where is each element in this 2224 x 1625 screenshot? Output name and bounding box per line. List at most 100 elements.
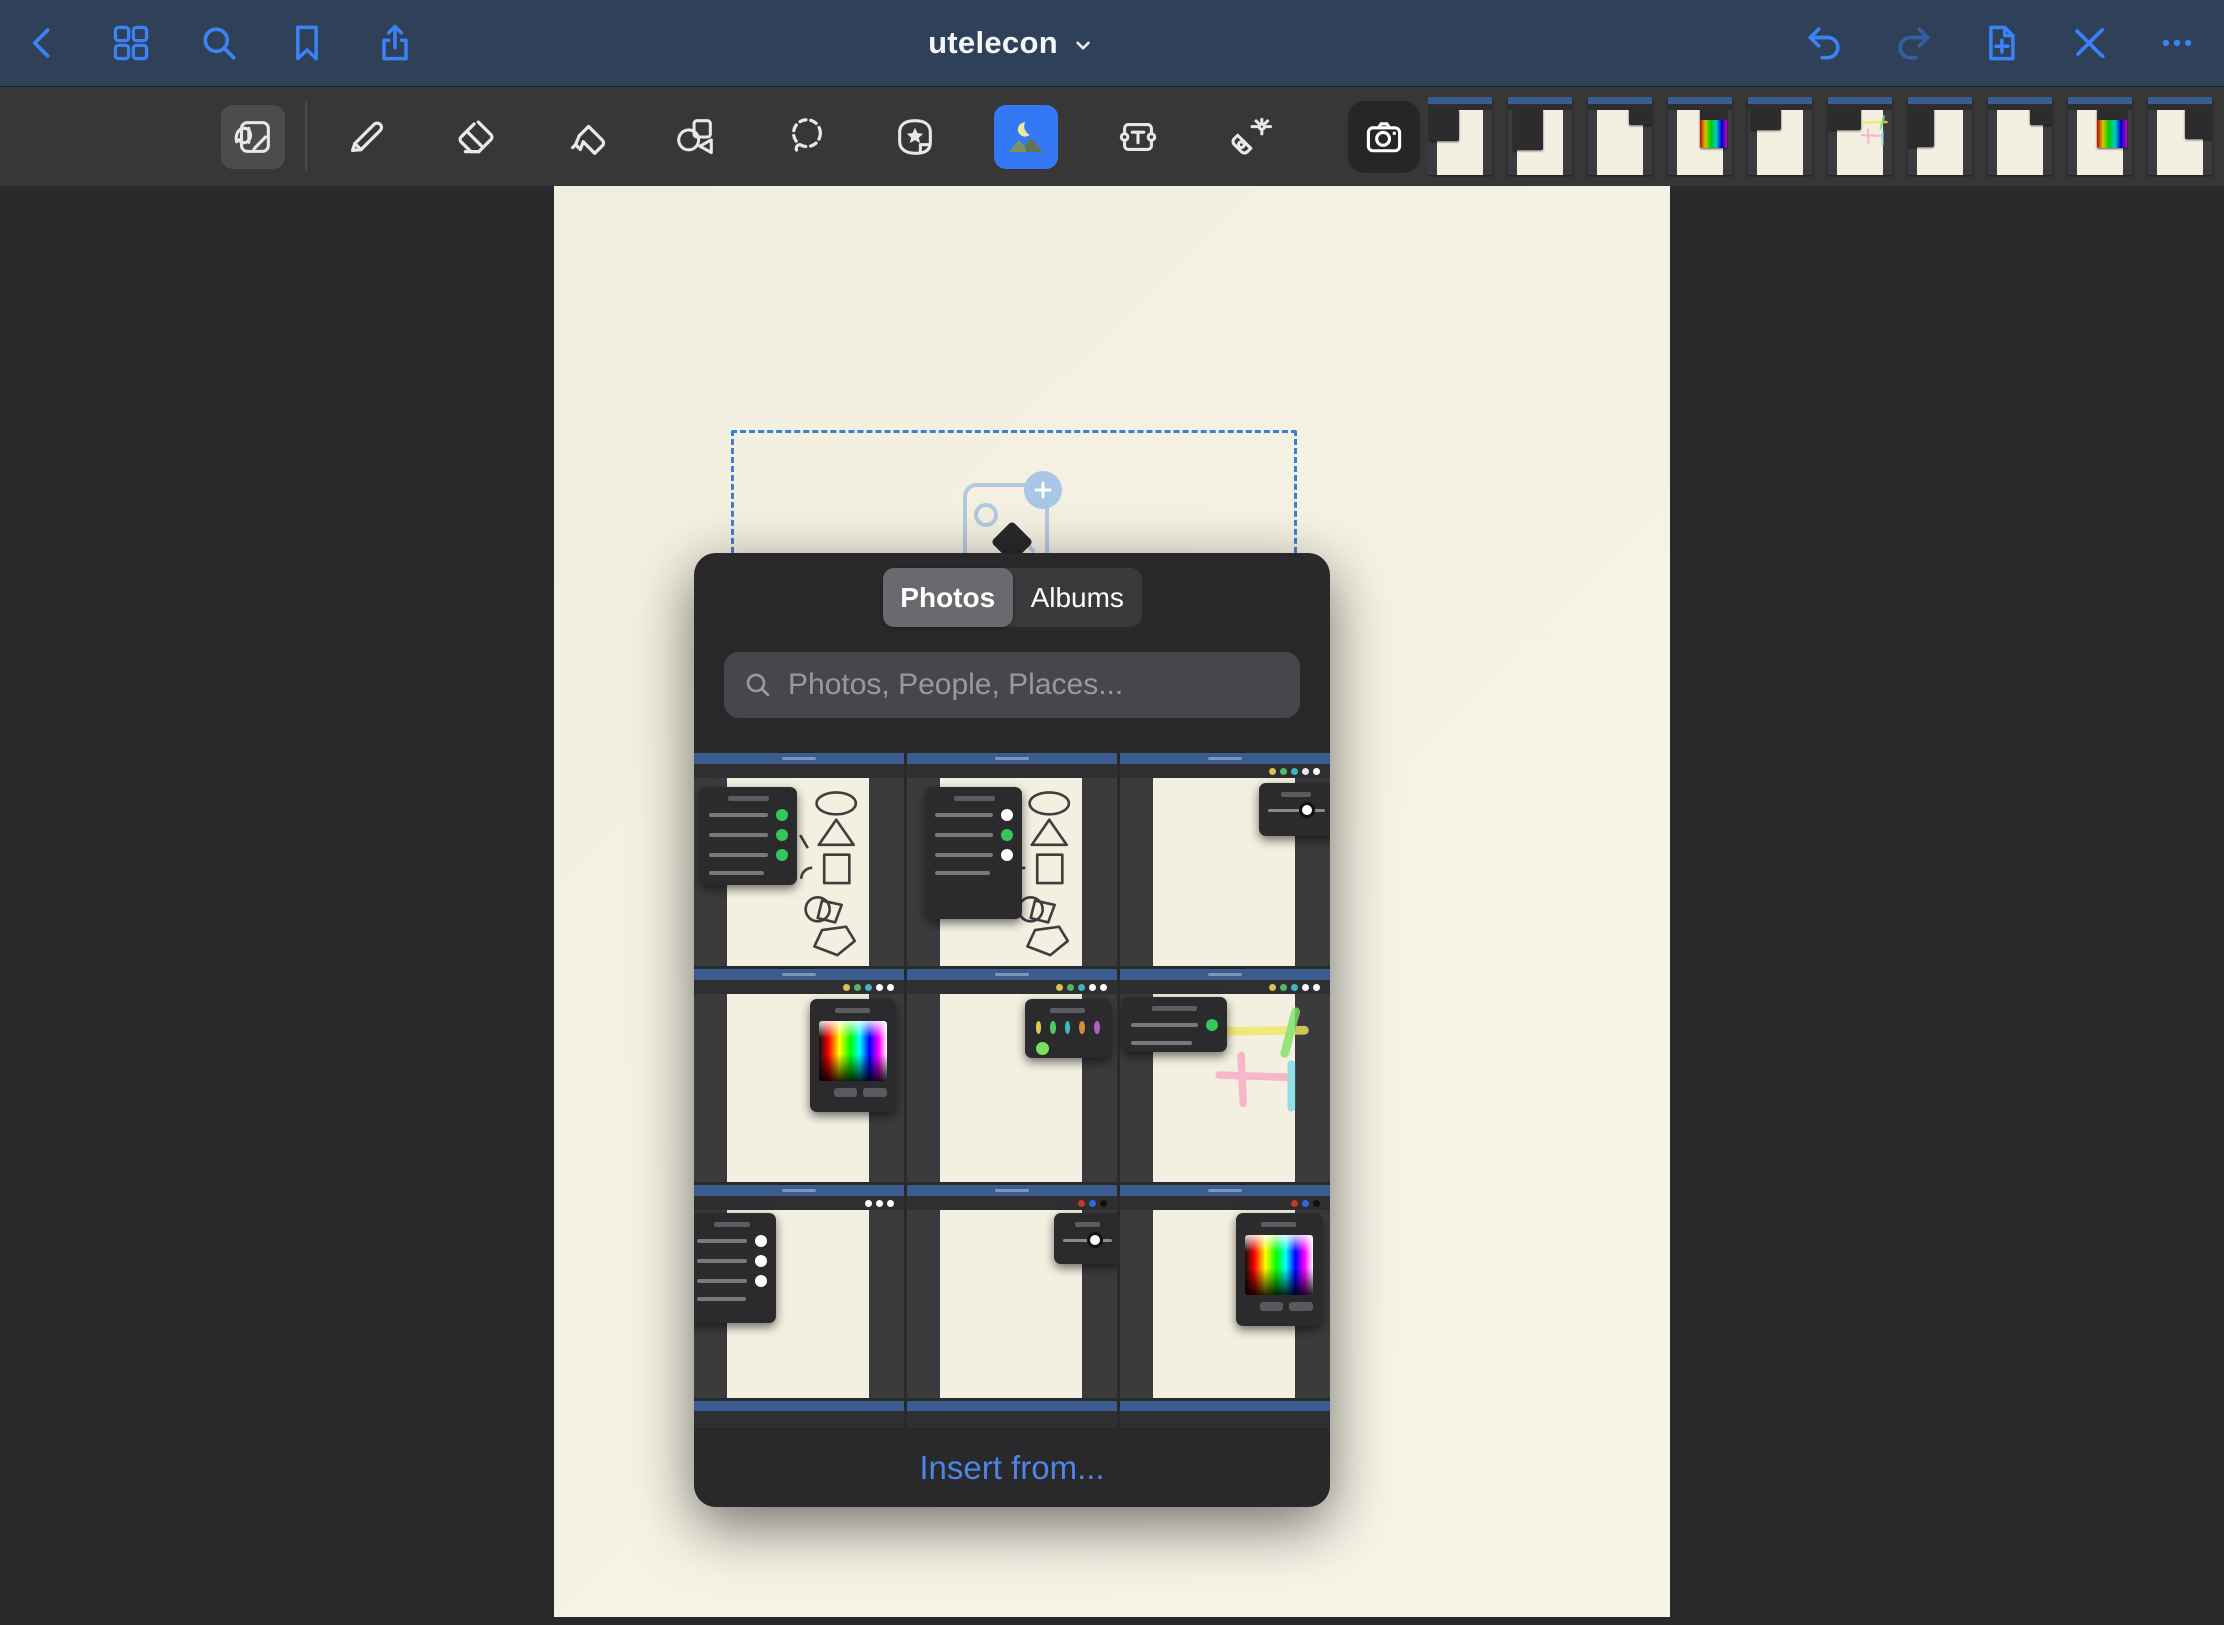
mini-toolbar xyxy=(694,764,904,778)
page-thumbnail[interactable] xyxy=(2068,97,2132,175)
photo-thumbnail[interactable] xyxy=(1120,753,1330,966)
photo-thumbnail[interactable] xyxy=(1120,1185,1330,1398)
mini-toolbar-dot xyxy=(865,1200,872,1207)
add-image-badge[interactable] xyxy=(1024,471,1062,509)
toolbar-separator xyxy=(305,101,307,171)
pen-tool[interactable] xyxy=(334,105,398,169)
mini-toolbar-dot xyxy=(1100,984,1107,991)
mini-popup xyxy=(2185,108,2212,139)
photo-thumbnail-partial[interactable] xyxy=(1120,1401,1330,1427)
bookmark-icon[interactable] xyxy=(278,14,336,72)
insert-from-label: Insert from... xyxy=(919,1449,1104,1487)
zoom-window-tool[interactable] xyxy=(221,105,285,169)
mini-toolbar-dot xyxy=(876,984,883,991)
page-thumbnail[interactable] xyxy=(1508,97,1572,175)
photo-thumbnail[interactable] xyxy=(694,1185,904,1398)
photo-thumbnail[interactable] xyxy=(907,1185,1117,1398)
insert-from-button[interactable]: Insert from... xyxy=(694,1427,1330,1507)
mini-popup xyxy=(1429,109,1458,140)
mini-popup-title xyxy=(835,1008,870,1013)
mini-popup xyxy=(1236,1213,1322,1326)
image-tool[interactable] xyxy=(994,105,1058,169)
photo-thumbnail[interactable] xyxy=(907,969,1117,1182)
stop-editing-icon[interactable] xyxy=(2060,14,2118,72)
mini-toolbar-dot xyxy=(1056,984,1063,991)
mini-menu-label xyxy=(1131,1041,1192,1045)
page-thumbnail[interactable] xyxy=(1988,97,2052,175)
photo-thumbnail[interactable] xyxy=(1120,969,1330,1182)
page-thumbnail[interactable] xyxy=(2148,97,2212,175)
mini-color-dots xyxy=(1036,1042,1100,1055)
search-icon xyxy=(742,669,774,701)
camera-button[interactable] xyxy=(1348,101,1420,173)
mini-menu-row xyxy=(935,849,1014,861)
mini-popup xyxy=(694,1213,776,1324)
text-tool[interactable] xyxy=(1106,105,1170,169)
mini-toolbar-dot xyxy=(1078,1200,1085,1207)
mini-menu-row xyxy=(709,809,788,821)
page-thumbnail[interactable] xyxy=(1668,97,1732,175)
tab-albums[interactable]: Albums xyxy=(1013,568,1143,627)
mini-toolbar-dot xyxy=(1313,984,1320,991)
undo-icon[interactable] xyxy=(1796,14,1854,72)
photo-thumbnail-partial[interactable] xyxy=(907,1401,1117,1427)
laser-pointer-tool[interactable] xyxy=(1217,105,1281,169)
stickers-tool[interactable] xyxy=(883,105,947,169)
photo-thumbnail[interactable] xyxy=(907,753,1117,966)
page-thumbnail[interactable] xyxy=(1828,97,1892,175)
mini-toggle xyxy=(1206,1019,1218,1031)
lasso-tool[interactable] xyxy=(774,105,838,169)
redo-icon[interactable] xyxy=(1884,14,1942,72)
mini-menu-label xyxy=(935,871,990,875)
page-thumbnail[interactable] xyxy=(1748,97,1812,175)
add-page-icon[interactable] xyxy=(1972,14,2030,72)
mini-highlight-marks xyxy=(1857,114,1889,157)
mini-titlebar xyxy=(694,1185,904,1196)
mini-menu-label xyxy=(1131,1023,1198,1027)
mini-color-dot xyxy=(1094,1021,1100,1034)
mini-menu-row xyxy=(935,829,1014,841)
mini-toolbar-dot xyxy=(854,984,861,991)
mini-toolbar-dot xyxy=(865,984,872,991)
mini-popup-title xyxy=(728,796,769,801)
page-thumbnail[interactable] xyxy=(1908,97,1972,175)
mini-toolbar-dot xyxy=(1291,1200,1298,1207)
photo-search-field[interactable] xyxy=(724,652,1300,718)
share-icon[interactable] xyxy=(366,14,424,72)
back-icon[interactable] xyxy=(14,14,72,72)
navbar-right-group xyxy=(1796,0,2206,86)
mini-menu-label xyxy=(709,871,764,875)
photo-search-input[interactable] xyxy=(786,667,1282,703)
drawing-toolbar xyxy=(0,87,2224,186)
mini-menu-row xyxy=(697,1235,767,1247)
photo-thumbnail[interactable] xyxy=(694,753,904,966)
mini-color-dot xyxy=(1050,1021,1056,1034)
more-options-icon[interactable] xyxy=(2148,14,2206,72)
mini-titlebar xyxy=(1428,97,1492,104)
mini-popup-title xyxy=(1050,1008,1085,1013)
page-overview-icon[interactable] xyxy=(102,14,160,72)
chevron-down-icon xyxy=(1070,32,1096,58)
document-title-label: utelecon xyxy=(928,25,1058,61)
mini-color-spectrum xyxy=(1245,1235,1313,1295)
shapes-tool[interactable] xyxy=(663,105,727,169)
tab-photos[interactable]: Photos xyxy=(883,568,1013,627)
mini-titlebar xyxy=(907,969,1117,980)
mini-toolbar-dot xyxy=(1313,768,1320,775)
mini-slider-knob xyxy=(1087,1232,1103,1248)
search-icon[interactable] xyxy=(190,14,248,72)
eraser-tool[interactable] xyxy=(444,105,508,169)
photo-thumbnail[interactable] xyxy=(694,969,904,1182)
photo-thumbnail-partial[interactable] xyxy=(694,1401,904,1427)
page-thumbnail[interactable] xyxy=(1428,97,1492,175)
mini-titlebar xyxy=(1748,97,1812,104)
photos-albums-segmented-control: Photos Albums xyxy=(883,568,1142,627)
highlighter-tool[interactable] xyxy=(556,105,620,169)
mini-menu-row xyxy=(709,849,788,861)
mini-toolbar-dot xyxy=(1302,1200,1309,1207)
mini-toolbar-dot xyxy=(1089,1200,1096,1207)
document-title[interactable]: utelecon xyxy=(928,0,1096,86)
page-thumbnail[interactable] xyxy=(1588,97,1652,175)
mini-popup-title xyxy=(714,1222,750,1227)
mini-toolbar-dot xyxy=(876,1200,883,1207)
